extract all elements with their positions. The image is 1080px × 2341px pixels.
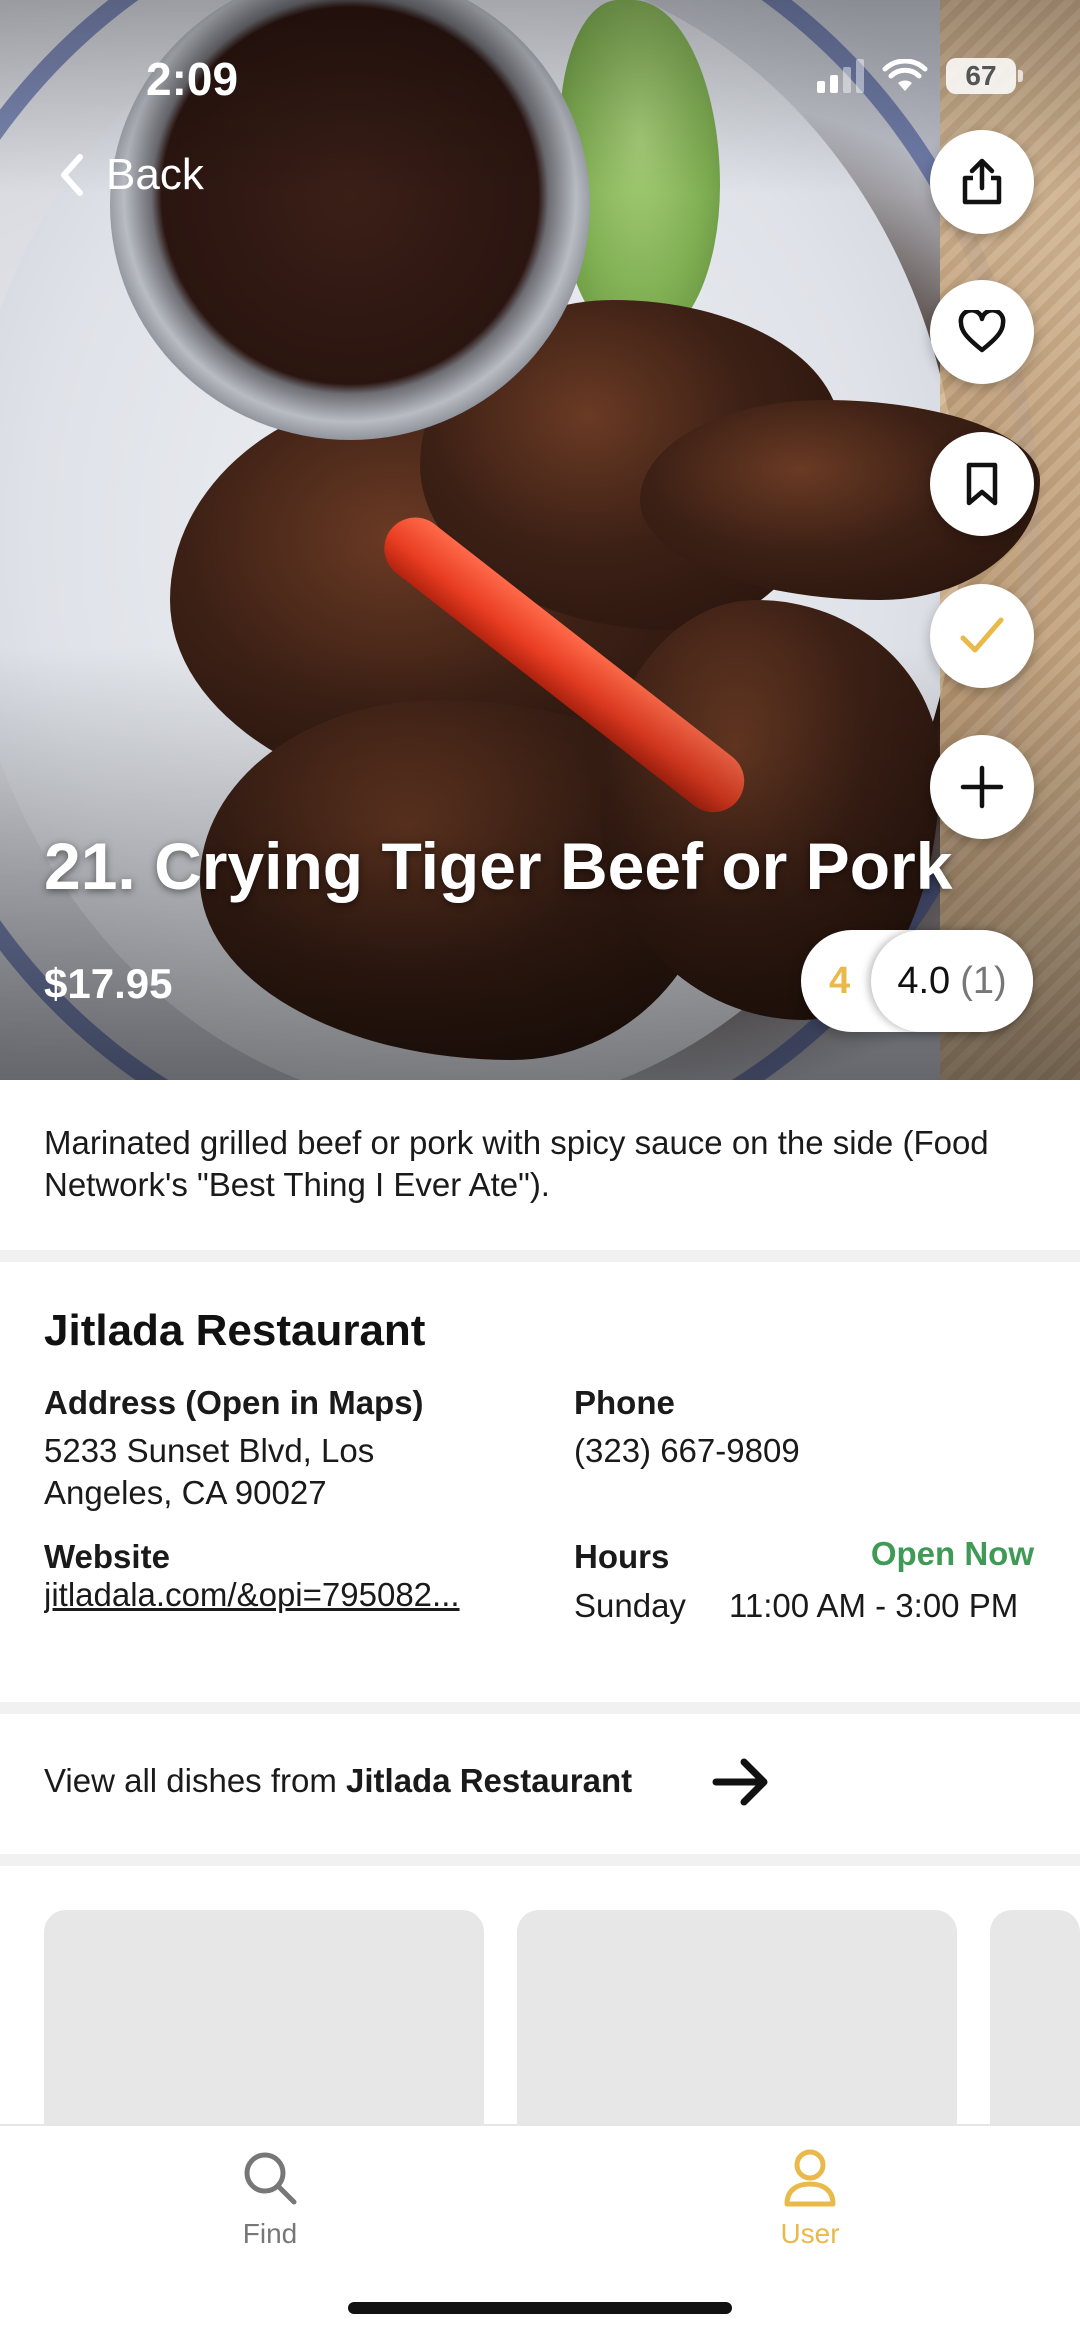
dish-price: $17.95: [44, 960, 173, 1007]
open-status: Open Now: [870, 1535, 1034, 1572]
tab-find[interactable]: Find: [170, 2148, 370, 2250]
phone-value[interactable]: (323) 667-9809: [574, 1430, 800, 1472]
restaurant-name: Jitlada Restaurant: [44, 1306, 426, 1355]
my-rating: 4: [829, 960, 851, 1002]
status-time: 2:09: [146, 53, 239, 105]
hours-label: Hours: [574, 1538, 670, 1575]
section-divider: [0, 1854, 1080, 1866]
search-icon: [244, 2152, 297, 2205]
share-icon: [962, 158, 1002, 205]
dish-card-placeholder[interactable]: [517, 1910, 957, 2160]
rating-pill[interactable]: 4 4.0 (1): [801, 930, 1033, 1032]
tab-user-label: User: [780, 2218, 840, 2249]
heart-icon: [958, 310, 1006, 353]
dish-card-placeholder[interactable]: [44, 1910, 484, 2160]
back-button[interactable]: Back: [60, 150, 204, 200]
status-icons: 67: [817, 58, 1023, 94]
home-indicator[interactable]: [348, 2302, 732, 2314]
rating-average: 4.0: [897, 959, 951, 1002]
address-label[interactable]: Address (Open in Maps): [44, 1384, 424, 1422]
view-all-restaurant: Jitlada Restaurant: [346, 1762, 633, 1799]
bookmark-button[interactable]: [930, 432, 1034, 536]
dish-title: 21. Crying Tiger Beef or Pork: [44, 829, 953, 903]
battery-indicator: 67: [946, 58, 1023, 94]
tab-user[interactable]: User: [710, 2148, 910, 2250]
plus-icon: [960, 765, 1004, 809]
cellular-signal-icon: [817, 59, 864, 93]
rating-count: (1): [960, 959, 1007, 1002]
website-link[interactable]: jitladala.com/&opi=795082...: [44, 1574, 494, 1616]
hours-time: 11:00 AM - 3:00 PM: [729, 1587, 1019, 1624]
dish-description: Marinated grilled beef or pork with spic…: [44, 1124, 989, 1203]
checkmark-icon: [960, 617, 1004, 653]
website-label: Website: [44, 1538, 170, 1575]
dish-card-placeholder[interactable]: [990, 1910, 1080, 2160]
tried-button[interactable]: [930, 584, 1034, 688]
wifi-icon: [882, 59, 928, 91]
arrow-right-icon: [712, 1758, 768, 1806]
address-value[interactable]: 5233 Sunset Blvd, Los Angeles, CA 90027: [44, 1430, 484, 1514]
average-rating: 4.0 (1): [871, 930, 1033, 1032]
tab-find-label: Find: [242, 2218, 298, 2249]
favorite-button[interactable]: [930, 280, 1034, 384]
section-divider: [0, 1702, 1080, 1714]
add-button[interactable]: [930, 735, 1034, 839]
back-label: Back: [106, 150, 204, 199]
view-all-text: View all dishes from Jitlada Restaurant: [44, 1762, 633, 1799]
hours-day: Sunday: [574, 1587, 686, 1624]
share-button[interactable]: [930, 130, 1034, 234]
bookmark-icon: [966, 462, 998, 506]
chevron-left-icon: [61, 154, 83, 196]
section-divider: [0, 1250, 1080, 1262]
user-icon: [784, 2149, 836, 2207]
phone-label: Phone: [574, 1384, 675, 1421]
